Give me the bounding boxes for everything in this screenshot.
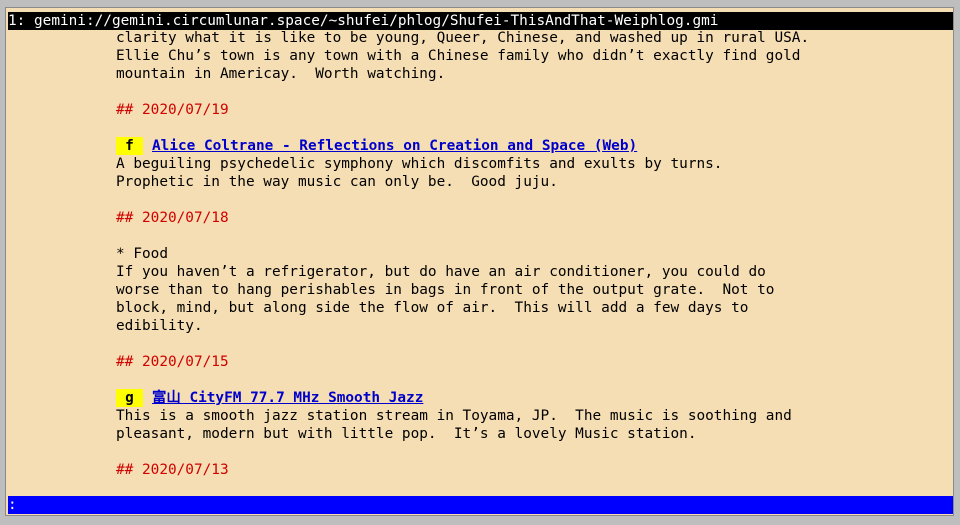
text-line: pleasant, modern but with little pop. It… xyxy=(116,426,697,442)
link-key-badge: g xyxy=(116,389,143,407)
text-line: If you haven’t a refrigerator, but do ha… xyxy=(116,264,766,280)
url-titlebar: 1: gemini://gemini.circumlunar.space/~sh… xyxy=(8,12,953,30)
date-heading: ## 2020/07/13 xyxy=(116,462,229,478)
link-cityfm-smooth-jazz[interactable]: 富山 CityFM 77.7 MHz Smooth Jazz xyxy=(152,389,423,407)
text-line: clarity what it is like to be young, Que… xyxy=(116,30,810,46)
text-line: A beguiling psychedelic symphony which d… xyxy=(116,156,723,172)
browser-window: 1: gemini://gemini.circumlunar.space/~sh… xyxy=(5,7,954,516)
link-alice-coltrane[interactable]: Alice Coltrane - Reflections on Creation… xyxy=(152,137,637,155)
link-key-badge: f xyxy=(116,137,143,155)
page-content: clarity what it is like to be young, Que… xyxy=(116,29,946,479)
date-heading: ## 2020/07/18 xyxy=(116,210,229,226)
text-line: Ellie Chu’s town is any town with a Chin… xyxy=(116,48,801,64)
date-heading: ## 2020/07/19 xyxy=(116,102,229,118)
command-statusbar[interactable]: : xyxy=(8,496,953,514)
link-row[interactable]: f Alice Coltrane - Reflections on Creati… xyxy=(116,137,946,155)
text-line: This is a smooth jazz station stream in … xyxy=(116,408,792,424)
date-heading: ## 2020/07/15 xyxy=(116,354,229,370)
bullet-item: * Food xyxy=(116,246,168,262)
text-line: mountain in Americay. Worth watching. xyxy=(116,66,446,82)
text-line: block, mind, but along side the flow of … xyxy=(116,300,749,316)
text-line: worse than to hang perishables in bags i… xyxy=(116,282,775,298)
text-line: edibility. xyxy=(116,318,203,334)
link-row[interactable]: g 富山 CityFM 77.7 MHz Smooth Jazz xyxy=(116,389,946,407)
text-line: Prophetic in the way music can only be. … xyxy=(116,174,558,190)
